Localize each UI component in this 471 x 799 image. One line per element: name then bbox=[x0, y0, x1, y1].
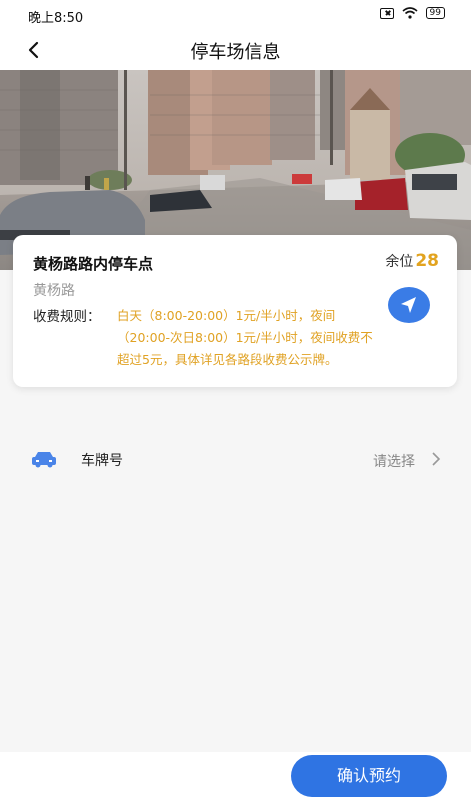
navigate-button[interactable] bbox=[388, 287, 430, 323]
parking-info-card: 黄杨路路内停车点 余位 28 黄杨路 收费规则： 白天（8:00-20:00）1元… bbox=[13, 235, 457, 387]
parking-name: 黄杨路路内停车点 bbox=[33, 255, 154, 273]
page-title: 停车场信息 bbox=[190, 42, 281, 63]
remaining-spaces: 余位 28 bbox=[385, 251, 439, 271]
fee-rule-text: 白天（8:00-20:00）1元/半小时，夜间（20:00-次日8:00）1元/… bbox=[117, 308, 373, 367]
status-icons: 99 bbox=[379, 7, 445, 19]
battery-icon: 99 bbox=[425, 7, 445, 19]
sim-card-icon bbox=[379, 7, 394, 19]
fee-rule-label: 收费规则： bbox=[33, 309, 101, 325]
plate-placeholder: 请选择 bbox=[373, 454, 415, 470]
bottom-bar: 确认预约 bbox=[0, 752, 471, 799]
remaining-count: 28 bbox=[415, 251, 439, 271]
status-time: 晚上8:50 bbox=[28, 11, 84, 26]
road-name: 黄杨路 bbox=[33, 283, 75, 299]
header: 停车场信息 bbox=[0, 30, 471, 70]
navigation-arrow-icon bbox=[401, 297, 416, 313]
wifi-icon bbox=[402, 7, 418, 19]
status-bar: 晚上8:50 99 bbox=[0, 0, 471, 30]
plate-label: 车牌号 bbox=[81, 453, 123, 469]
confirm-reservation-button[interactable]: 确认预约 bbox=[291, 755, 447, 797]
car-icon bbox=[32, 452, 56, 468]
chevron-right-icon bbox=[432, 452, 441, 466]
remaining-label: 余位 bbox=[385, 254, 414, 270]
license-plate-selector[interactable]: 车牌号 请选择 bbox=[0, 440, 471, 480]
